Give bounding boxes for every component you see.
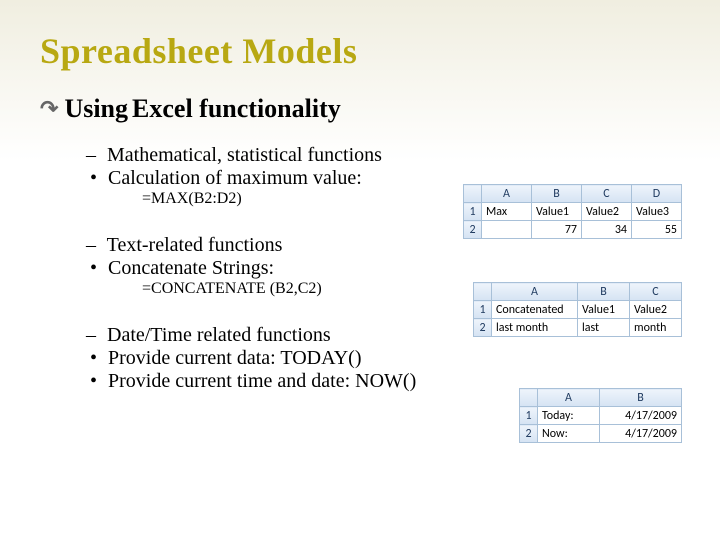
excel-snippet-date: A B 1 Today: 4/17/2009 2 Now: 4/17/2009 — [519, 388, 682, 443]
cell: Concatenated — [492, 301, 578, 319]
cell: last month — [492, 319, 578, 337]
col-header: C — [630, 283, 682, 301]
dash-icon: – — [86, 324, 96, 346]
col-header: C — [582, 185, 632, 203]
cell — [482, 221, 532, 239]
cell: 55 — [632, 221, 682, 239]
bullet-text: Provide current data: TODAY() — [108, 347, 361, 369]
bullet-text: Calculation of maximum value: — [108, 167, 362, 189]
slide-subtitle: ↷ Using Excel functionality — [40, 94, 680, 124]
col-header: B — [578, 283, 630, 301]
col-header: D — [632, 185, 682, 203]
corner-cell — [520, 389, 538, 407]
heading-text: Text-related functions — [107, 234, 283, 256]
cell: Value1 — [578, 301, 630, 319]
cell: Today: — [538, 407, 600, 425]
col-header: A — [482, 185, 532, 203]
slide-title: Spreadsheet Models — [40, 30, 680, 72]
subtitle-strong: Using — [64, 94, 128, 124]
bullet-text: Concatenate Strings: — [108, 257, 274, 279]
cell: Value3 — [632, 203, 682, 221]
col-header: A — [538, 389, 600, 407]
row-header: 2 — [474, 319, 492, 337]
cell: 34 — [582, 221, 632, 239]
row-header: 2 — [520, 425, 538, 443]
cell: Now: — [538, 425, 600, 443]
cell: 77 — [532, 221, 582, 239]
bullet-text: Provide current time and date: NOW() — [108, 370, 416, 392]
cell: 4/17/2009 — [600, 425, 682, 443]
dot-icon: • — [90, 167, 97, 189]
cell: 4/17/2009 — [600, 407, 682, 425]
dash-icon: – — [86, 234, 96, 256]
cell: Max — [482, 203, 532, 221]
dot-icon: • — [90, 257, 97, 279]
bullet-icon: ↷ — [40, 96, 58, 122]
col-header: B — [600, 389, 682, 407]
row-header: 1 — [520, 407, 538, 425]
dot-icon: • — [90, 347, 97, 369]
excel-snippet-max: A B C D 1 Max Value1 Value2 Value3 2 77 … — [463, 184, 682, 239]
cell: Value2 — [630, 301, 682, 319]
subtitle-rest: Excel functionality — [132, 94, 341, 124]
section-bullet: • Concatenate Strings: — [90, 257, 680, 280]
row-header: 1 — [464, 203, 482, 221]
dash-icon: – — [86, 144, 96, 166]
dot-icon: • — [90, 370, 97, 392]
col-header: A — [492, 283, 578, 301]
corner-cell — [474, 283, 492, 301]
col-header: B — [532, 185, 582, 203]
corner-cell — [464, 185, 482, 203]
row-header: 1 — [474, 301, 492, 319]
cell: month — [630, 319, 682, 337]
section-heading: – Mathematical, statistical functions — [86, 144, 680, 167]
section-bullet: • Provide current data: TODAY() — [90, 347, 680, 370]
heading-text: Mathematical, statistical functions — [107, 144, 382, 166]
row-header: 2 — [464, 221, 482, 239]
heading-text: Date/Time related functions — [107, 324, 331, 346]
cell: Value2 — [582, 203, 632, 221]
cell: last — [578, 319, 630, 337]
excel-snippet-concat: A B C 1 Concatenated Value1 Value2 2 las… — [473, 282, 682, 337]
cell: Value1 — [532, 203, 582, 221]
